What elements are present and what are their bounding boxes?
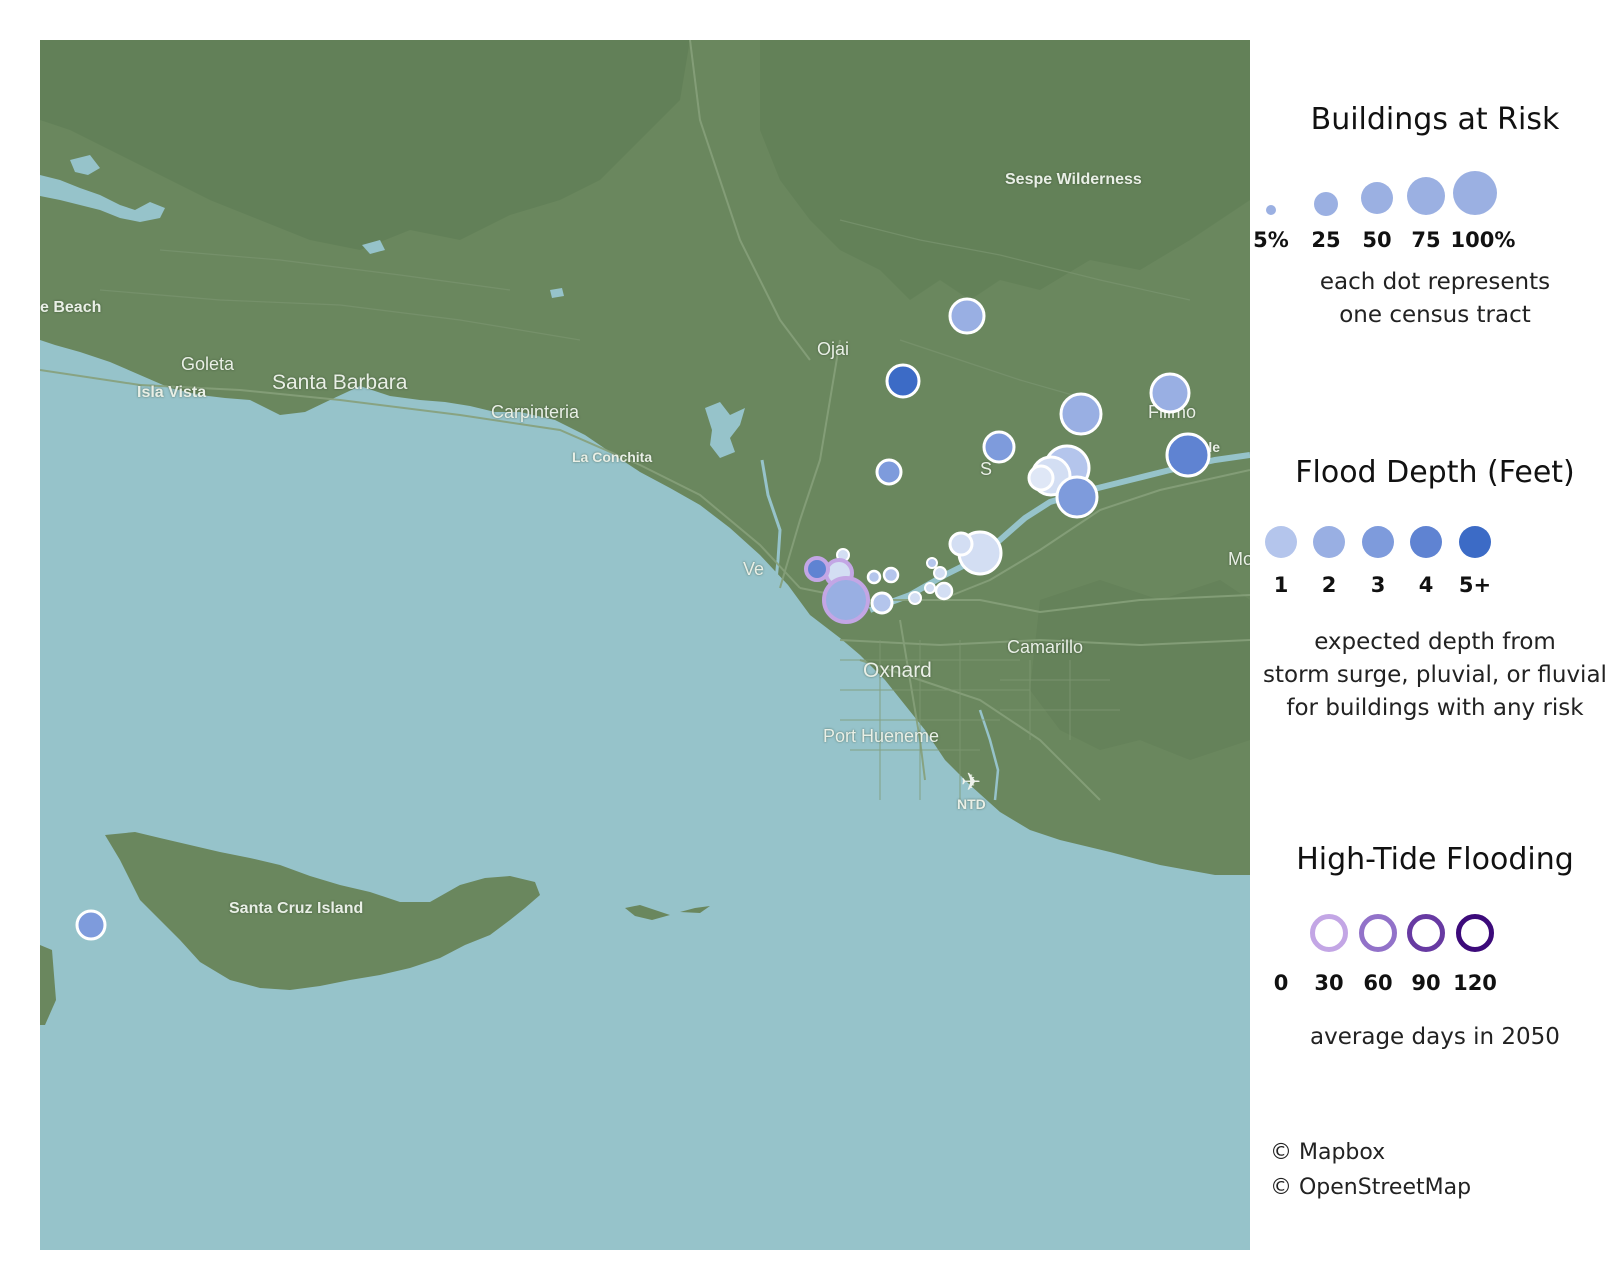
legend-caption-line: storm surge, pluvial, or fluvial [1263,662,1607,688]
legend-depth-scale [1250,512,1620,572]
legend-tide-tick: 30 [1314,971,1344,995]
legend-tide-tick: 120 [1453,971,1497,995]
tract-marker[interactable] [870,591,894,615]
legend-depth-tick: 2 [1321,573,1337,597]
legend-tide-swatch [1407,914,1445,952]
tract-marker[interactable] [924,582,936,594]
tract-marker[interactable] [908,591,922,605]
tract-marker[interactable] [1149,372,1191,414]
legend-caption-line: average days in 2050 [1310,1024,1560,1050]
legend-tide-tick: 90 [1411,971,1441,995]
legend-tide-swatch [1456,914,1494,952]
legend-caption-line: expected depth from [1314,629,1556,655]
tract-marker[interactable] [882,566,900,584]
legend-caption-line: for buildings with any risk [1286,695,1584,721]
legend-depth-tick: 4 [1418,573,1434,597]
legend-size-tick: 50 [1362,228,1392,252]
legend-size-swatch [1361,182,1393,214]
map-panel[interactable]: Sespe Wilderness e Beach Goleta Isla Vis… [40,40,1250,1250]
legend-title-depth: Flood Depth (Feet) [1295,455,1575,490]
legend-size-swatch [1266,205,1276,215]
legend-size-swatch [1407,177,1445,215]
legend-tide-swatch [1359,914,1397,952]
tract-marker[interactable] [866,569,882,585]
legend-size-scale [1250,165,1620,225]
tract-marker[interactable] [1055,475,1099,519]
legend-size-tick: 100% [1450,228,1516,252]
legend: Buildings at Risk 5% 25 50 75 100% each … [1250,0,1620,1280]
legend-tide-swatch [1310,914,1348,952]
tract-marker[interactable] [885,363,921,399]
tract-marker[interactable] [75,909,107,941]
legend-caption-depth: expected depth from storm surge, pluvial… [1250,626,1620,725]
legend-caption-buildings: each dot represents one census tract [1250,266,1620,332]
tract-marker[interactable] [926,557,938,569]
tract-marker[interactable] [982,430,1016,464]
legend-size-tick: 75 [1411,228,1441,252]
legend-depth-tick: 3 [1370,573,1386,597]
legend-caption-tide: average days in 2050 [1250,1021,1620,1054]
legend-depth-tick: 1 [1273,573,1289,597]
tract-marker[interactable] [1165,432,1211,478]
tract-marker[interactable] [1059,392,1103,436]
legend-caption-line: one census tract [1339,302,1531,328]
legend-tide-swatch [1262,914,1300,952]
legend-size-tick: 5% [1253,228,1289,252]
tract-marker[interactable] [933,566,947,580]
legend-title-buildings: Buildings at Risk [1310,102,1560,137]
legend-tide-scale [1250,903,1620,963]
legend-depth-swatch [1362,526,1394,558]
legend-title-tide: High-Tide Flooding [1296,842,1574,877]
tract-marker[interactable] [948,297,986,335]
legend-tide-tick: 60 [1363,971,1393,995]
tract-marker[interactable] [934,581,954,601]
legend-depth-tick: 5+ [1458,573,1492,597]
legend-size-swatch [1453,171,1497,215]
legend-depth-swatch [1410,526,1442,558]
tract-marker[interactable] [1027,464,1055,492]
legend-size-swatch [1314,192,1338,216]
legend-depth-swatch [1265,526,1297,558]
tract-marker[interactable] [875,458,903,486]
credit-mapbox[interactable]: © Mapbox [1270,1140,1385,1165]
tract-marker[interactable] [804,556,830,582]
credit-openstreetmap[interactable]: © OpenStreetMap [1270,1175,1471,1200]
legend-depth-swatch [1459,526,1491,558]
legend-tide-tick: 0 [1273,971,1289,995]
legend-depth-swatch [1313,526,1345,558]
legend-size-tick: 25 [1311,228,1341,252]
legend-caption-line: each dot represents [1319,269,1551,295]
tract-markers [75,297,1211,941]
tract-marker[interactable] [822,576,870,624]
tract-marker[interactable] [948,531,974,557]
